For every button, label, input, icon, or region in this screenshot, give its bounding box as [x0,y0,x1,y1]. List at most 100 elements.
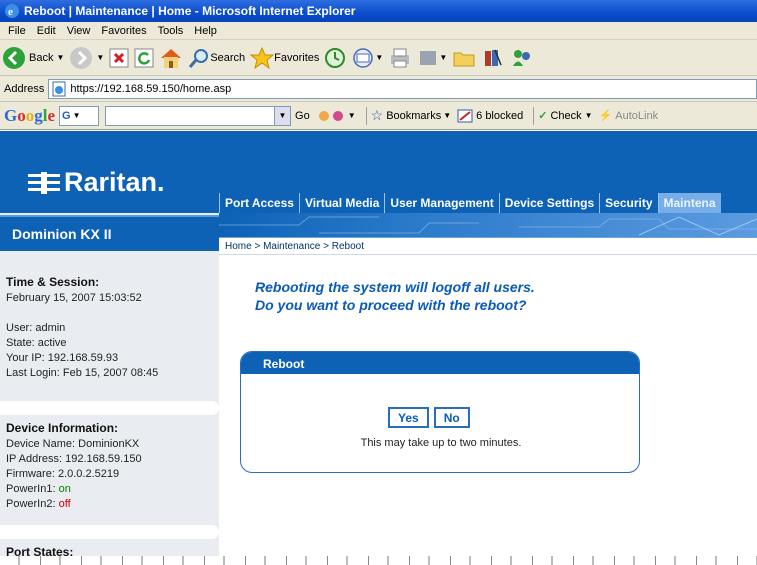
menu-file[interactable]: File [8,25,26,37]
menu-favorites[interactable]: Favorites [101,25,146,37]
session-ip: Your IP: 192.168.59.93 [6,352,119,364]
address-label: Address [4,82,45,95]
no-button[interactable]: No [433,407,470,428]
google-search-input[interactable]: ▼ [105,105,292,126]
nav-maintenance[interactable]: Maintena [657,193,721,213]
back-button[interactable]: Back ▼ [2,46,64,70]
device-info-heading: Device Information: [6,421,119,435]
nav-port-access[interactable]: Port Access [219,193,299,213]
main-nav: Port Access Virtual Media User Managemen… [219,193,757,213]
star-icon [250,46,275,69]
bookmarks-button[interactable]: ☆ Bookmarks ▼ [371,107,452,124]
nav-device-settings[interactable]: Device Settings [498,193,599,213]
history-button[interactable] [324,47,346,69]
google-go-button[interactable]: Go [295,110,310,122]
check-label: Check [550,109,582,122]
stop-button[interactable] [109,48,129,68]
search-tools-icon [318,110,343,121]
time-session-heading: Time & Session: [6,275,100,289]
research-button[interactable] [481,47,505,69]
back-arrow-icon [3,46,25,69]
reboot-message: Rebooting the system will logoff all use… [255,278,535,314]
sidebar-divider [0,525,219,539]
spell-check-button[interactable]: ✓ Check ▼ [538,109,593,123]
menu-edit[interactable]: Edit [37,25,56,37]
mail-button[interactable]: ▼ [351,47,383,69]
bookmarks-label: Bookmarks [386,109,442,122]
yes-button[interactable]: Yes [388,407,429,428]
window-titlebar: e Reboot | Maintenance | Home - Microsof… [0,0,757,22]
edit-page-icon [420,50,437,65]
toolbar-divider [365,106,367,125]
address-url: https://192.168.59.150/home.asp [70,82,232,95]
internet-explorer-icon: e [5,4,19,18]
chevron-down-icon: ▼ [584,111,593,120]
powerin2-label: PowerIn2: [6,498,59,510]
powerin2-status: off [58,498,71,510]
go-label: Go [295,109,310,122]
menu-bar: File Edit View Favorites Tools Help [0,22,757,40]
search-label: Search [210,51,246,64]
folder-icon [453,52,475,66]
chevron-down-icon: ▼ [96,53,105,62]
powerin1-status: on [58,483,71,495]
session-state: State: active [6,337,67,349]
time-session-panel: Time & Session: February 15, 2007 15:03:… [0,275,219,381]
address-input[interactable]: https://192.168.59.150/home.asp [48,78,757,99]
sidebar-divider [0,401,219,415]
reboot-panel-title: Reboot [241,352,639,374]
powerin2-row: PowerIn2: off [6,497,219,512]
chevron-down-icon: ▼ [443,111,452,120]
home-icon [161,48,182,68]
forward-button[interactable]: ▼ [69,46,104,70]
blocked-label: 6 blocked [476,109,524,122]
reboot-message-line2: Do you want to proceed with the reboot? [255,297,527,313]
nav-virtual-media[interactable]: Virtual Media [298,193,384,213]
forward-arrow-icon [70,46,93,69]
session-user: User: admin [6,322,66,334]
refresh-button[interactable] [134,48,154,68]
page-edge-artifact [0,556,757,565]
google-menu-button[interactable]: G ▼ [59,105,100,126]
research-books-icon [485,49,502,66]
reboot-panel: Reboot Yes No This may take up to two mi… [240,351,640,473]
session-date: February 15, 2007 15:03:52 [6,292,142,304]
popup-blocker-button[interactable]: 6 blocked [457,108,523,124]
printer-icon [391,48,410,67]
google-logo[interactable]: Google [4,106,55,126]
decorative-banner [219,213,757,237]
autolink-icon: ⚡ [598,110,613,122]
google-toolbar: Google G ▼ ▼ Go ▼ ☆ Bookmarks ▼ 6 blocke… [0,102,757,130]
mail-icon [353,47,374,68]
print-button[interactable] [388,47,412,69]
standard-toolbar: Back ▼ ▼ Search Favorites ▼ ▼ [0,40,757,76]
nav-security[interactable]: Security [599,193,657,213]
edit-button[interactable]: ▼ [417,47,447,69]
menu-tools[interactable]: Tools [158,25,184,37]
reboot-note: This may take up to two minutes. [360,437,522,449]
home-button[interactable] [159,47,183,69]
svg-text:e: e [8,6,13,18]
chevron-down-icon: ▼ [375,53,384,62]
favorites-button[interactable]: Favorites [250,46,319,69]
menu-view[interactable]: View [67,25,91,37]
device-info-panel: Device Information: Device Name: Dominio… [0,421,219,512]
discuss-button[interactable] [452,47,476,69]
back-label: Back [29,51,54,64]
chevron-down-icon[interactable]: ▼ [274,106,291,125]
autolink-button[interactable]: ⚡ AutoLink [598,109,659,123]
search-button[interactable]: Search [188,47,245,69]
search-icon [189,48,209,68]
chevron-down-icon: ▼ [56,53,65,62]
stop-icon [109,48,129,67]
google-search-tools[interactable]: ▼ [316,108,356,124]
menu-help[interactable]: Help [194,25,217,37]
powerin1-row: PowerIn1: on [6,482,219,497]
messenger-button[interactable] [510,47,534,69]
google-g-label: G [62,109,71,122]
page-icon [52,81,66,96]
history-icon [325,47,346,68]
sidebar: Raritan. Dominion KX II Time & Session: … [0,131,219,565]
device-ip: IP Address: 192.168.59.150 [6,453,142,465]
nav-user-management[interactable]: User Management [384,193,498,213]
